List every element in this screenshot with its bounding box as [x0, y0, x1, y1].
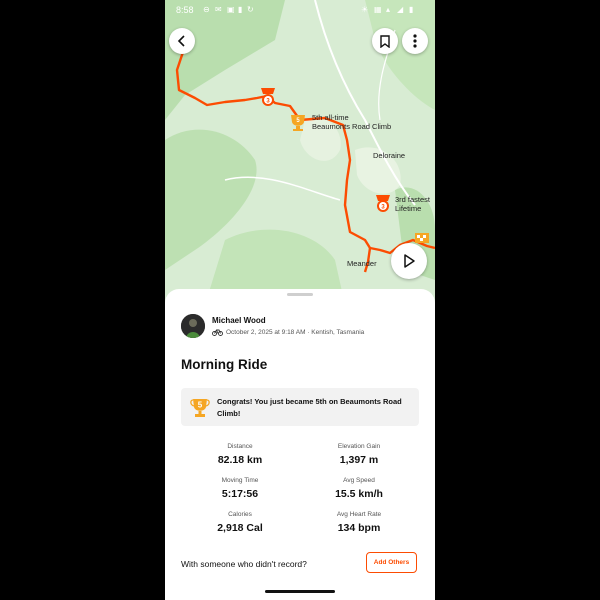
more-vertical-icon — [413, 34, 417, 48]
message-icon: ▣ — [227, 5, 235, 14]
bookmark-button[interactable] — [372, 28, 398, 54]
stat-label: Avg Heart Rate — [336, 511, 382, 518]
battery-icon: ▮ — [409, 5, 414, 14]
status-time: 8:58 — [176, 5, 194, 15]
stat-moving-time: Moving Time 5:17:56 — [180, 477, 300, 500]
bookmark-icon — [380, 34, 390, 48]
stat-value: 1,397 m — [339, 454, 379, 466]
stat-calories: Calories 2,918 Cal — [180, 511, 300, 534]
notification-icon: ⊖ — [203, 5, 210, 14]
sync-icon: ↻ — [247, 5, 254, 14]
activity-meta: October 2, 2025 at 9:18 AM · Kentish, Ta… — [212, 328, 364, 336]
drag-handle[interactable] — [287, 293, 313, 296]
network-icon: ▴ — [386, 5, 391, 14]
achievement-message: Congrats! You just became 5th on Beaumon… — [217, 397, 402, 418]
segment-label: Beaumonts Road Climb — [312, 122, 391, 131]
stat-label: Elevation Gain — [337, 443, 381, 450]
stat-value: 82.18 km — [217, 454, 263, 466]
achievement-banner[interactable]: 5 Congrats! You just became 5th on Beaum… — [181, 388, 419, 426]
system-nav-bar — [165, 585, 435, 600]
mail-icon: ✉ — [215, 5, 222, 14]
lock-icon: ▮ — [238, 5, 243, 14]
town-label: Meander — [347, 259, 377, 268]
record-prompt: With someone who didn't record? — [181, 559, 307, 569]
phone-screen: 3 5 5th all-time Beaumonts Road Climb De… — [165, 0, 435, 600]
stat-label: Moving Time — [221, 477, 259, 484]
segment-label: Lifetime — [395, 204, 421, 213]
medal-3-icon[interactable]: 3 — [376, 195, 390, 212]
stat-elevation-gain: Elevation Gain 1,397 m — [299, 443, 419, 466]
finish-flag-icon — [415, 233, 429, 243]
play-icon — [404, 254, 415, 268]
route-map[interactable]: 3 5 5th all-time Beaumonts Road Climb De… — [165, 0, 435, 305]
segment-label: 5th all-time — [312, 113, 349, 122]
status-bar: 8:58 ⊖ ✉ ▣ ▮ ↻ ☀ ▦ ▴ ◢ ▮ — [165, 0, 435, 20]
segment-label: 3rd fastest — [395, 195, 431, 204]
back-button[interactable] — [169, 28, 195, 54]
stat-label: Avg Speed — [343, 477, 375, 484]
nfc-icon: ▦ — [374, 5, 382, 14]
activity-sheet: Michael Wood October 2, 2025 at 9:18 AM … — [165, 289, 435, 585]
stat-value: 2,918 Cal — [217, 522, 263, 534]
add-others-button[interactable]: Add Others — [366, 552, 417, 573]
medal-3-icon[interactable]: 3 — [261, 88, 275, 106]
stat-distance: Distance 82.18 km — [180, 443, 300, 466]
more-options-button[interactable] — [402, 28, 428, 54]
trophy-icon: 5 — [190, 399, 210, 417]
activity-date-location: October 2, 2025 at 9:18 AM · Kentish, Ta… — [226, 328, 365, 336]
athlete-name[interactable]: Michael Wood — [212, 316, 266, 325]
stat-value: 134 bpm — [337, 522, 381, 534]
avatar-image — [181, 314, 205, 338]
trophy-rank: 5 — [198, 401, 203, 410]
stat-label: Distance — [227, 443, 253, 450]
stat-avg-heart-rate: Avg Heart Rate 134 bpm — [299, 511, 419, 534]
chevron-left-icon — [177, 35, 185, 47]
stat-value: 5:17:56 — [221, 488, 259, 500]
activity-title: Morning Ride — [181, 357, 268, 372]
stat-avg-speed: Avg Speed 15.5 km/h — [299, 477, 419, 500]
signal-icon: ◢ — [397, 5, 404, 14]
bike-icon — [212, 329, 223, 336]
athlete-avatar[interactable] — [181, 314, 205, 338]
stat-label: Calories — [228, 511, 252, 518]
play-flyover-button[interactable] — [391, 243, 427, 279]
home-gesture-bar[interactable] — [265, 590, 335, 593]
brightness-icon: ☀ — [361, 5, 369, 14]
town-label: Deloraine — [373, 151, 405, 160]
stat-value: 15.5 km/h — [335, 488, 383, 500]
